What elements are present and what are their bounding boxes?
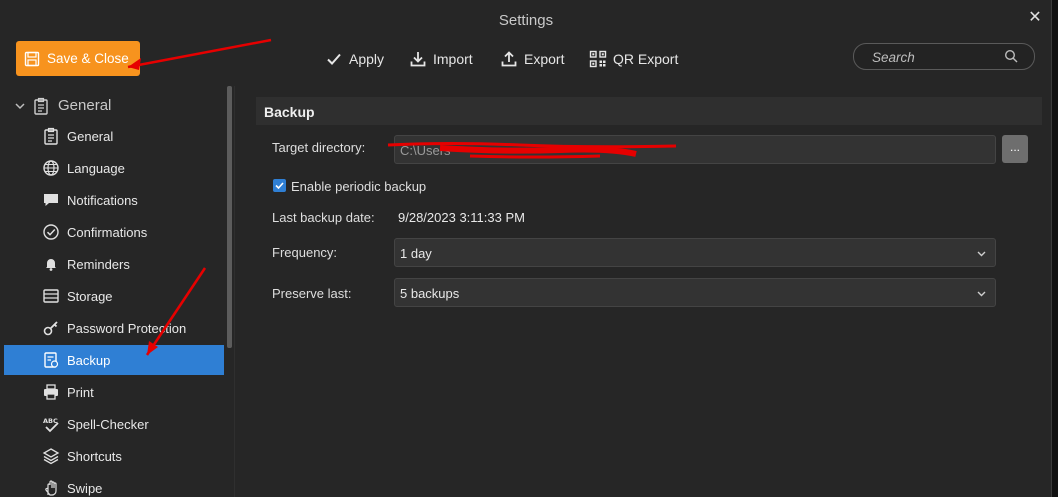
checkmark-icon bbox=[275, 182, 284, 190]
save-icon bbox=[24, 51, 40, 66]
backup-icon bbox=[44, 352, 59, 368]
sidebar-item-spell-checker[interactable]: ABC Spell-Checker bbox=[4, 409, 224, 439]
chevron-down-icon bbox=[977, 291, 986, 297]
target-directory-field[interactable]: C:\Users bbox=[394, 135, 996, 164]
hand-icon bbox=[45, 480, 57, 496]
sidebar-item-label: Backup bbox=[67, 353, 111, 368]
close-icon[interactable]: ✕ bbox=[1026, 8, 1044, 28]
chevron-down-icon[interactable] bbox=[14, 100, 26, 112]
frequency-value: 1 day bbox=[400, 246, 432, 261]
sidebar-item-confirmations[interactable]: Confirmations bbox=[4, 217, 224, 247]
spellcheck-icon: ABC bbox=[43, 417, 59, 433]
last-backup-date-value: 9/28/2023 3:11:33 PM bbox=[398, 210, 525, 225]
sidebar-item-label: Reminders bbox=[67, 257, 130, 272]
title-bar: Settings ✕ bbox=[0, 0, 1052, 40]
svg-text:ABC: ABC bbox=[43, 417, 58, 425]
sidebar-item-print[interactable]: Print bbox=[4, 377, 224, 407]
save-close-label: Save & Close bbox=[47, 51, 129, 66]
window-title: Settings bbox=[498, 12, 554, 29]
import-label: Import bbox=[433, 51, 473, 67]
printer-icon bbox=[44, 384, 58, 400]
frequency-select[interactable]: 1 day bbox=[394, 238, 996, 267]
settings-window: Settings ✕ Save & Close Apply Import Exp… bbox=[0, 0, 1052, 497]
settings-sidebar: General General Language Notifications C… bbox=[4, 86, 230, 497]
sidebar-item-storage[interactable]: Storage bbox=[4, 281, 224, 311]
qr-export-label: QR Export bbox=[613, 51, 679, 67]
chevron-down-icon bbox=[977, 251, 986, 257]
sidebar-item-backup[interactable]: Backup bbox=[4, 345, 224, 375]
search-box[interactable] bbox=[853, 43, 1035, 70]
preserve-last-select[interactable]: 5 backups bbox=[394, 278, 996, 307]
sidebar-item-swipe[interactable]: Swipe bbox=[4, 473, 224, 497]
browse-button[interactable]: ... bbox=[1002, 135, 1028, 163]
qr-code-icon bbox=[589, 50, 607, 68]
storage-icon bbox=[43, 289, 59, 303]
search-icon[interactable] bbox=[1004, 49, 1019, 64]
import-icon bbox=[410, 52, 426, 67]
last-backup-date-label: Last backup date: bbox=[272, 210, 375, 225]
sidebar-item-label: Print bbox=[67, 385, 94, 400]
sidebar-item-language[interactable]: Language bbox=[4, 153, 224, 183]
sidebar-item-label: Language bbox=[67, 161, 125, 176]
sidebar-item-general[interactable]: General bbox=[4, 121, 224, 151]
sidebar-item-notifications[interactable]: Notifications bbox=[4, 185, 224, 215]
sidebar-group-label: General bbox=[58, 97, 112, 114]
target-directory-value: C:\Users bbox=[400, 143, 451, 158]
sidebar-item-label: Swipe bbox=[67, 481, 103, 496]
sidebar-item-label: Spell-Checker bbox=[67, 417, 149, 432]
enable-backup-label[interactable]: Enable periodic backup bbox=[291, 179, 426, 194]
preserve-last-value: 5 backups bbox=[400, 286, 460, 301]
background-window-edge bbox=[1052, 0, 1058, 497]
frequency-label: Frequency: bbox=[272, 245, 338, 260]
sidebar-item-label: Storage bbox=[67, 289, 113, 304]
target-directory-label: Target directory: bbox=[272, 140, 366, 155]
globe-icon bbox=[43, 160, 59, 176]
backup-panel: Backup Target directory: C:\Users ... En… bbox=[256, 97, 1042, 497]
enable-backup-checkbox[interactable] bbox=[273, 179, 286, 192]
sidebar-item-label: Confirmations bbox=[67, 225, 148, 240]
sidebar-item-label: Password Protection bbox=[67, 321, 187, 336]
sidebar-item-reminders[interactable]: Reminders bbox=[4, 249, 224, 279]
sidebar-group-general[interactable]: General bbox=[4, 94, 230, 118]
panel-divider bbox=[234, 86, 235, 497]
key-icon bbox=[43, 321, 58, 336]
sidebar-item-label: General bbox=[67, 129, 114, 144]
preserve-last-label: Preserve last: bbox=[272, 286, 352, 301]
bell-icon bbox=[46, 259, 56, 271]
apply-label: Apply bbox=[349, 51, 385, 67]
export-button[interactable]: Export bbox=[500, 48, 564, 70]
sidebar-scrollbar[interactable] bbox=[227, 86, 232, 348]
sidebar-item-label: Shortcuts bbox=[67, 449, 122, 464]
clipboard-icon bbox=[44, 127, 58, 145]
export-label: Export bbox=[524, 51, 565, 67]
chat-bubble-icon bbox=[44, 194, 58, 206]
sidebar-item-shortcuts[interactable]: Shortcuts bbox=[4, 441, 224, 471]
export-icon bbox=[501, 51, 517, 67]
qr-export-button[interactable]: QR Export bbox=[589, 48, 678, 70]
import-button[interactable]: Import bbox=[409, 48, 473, 70]
search-input[interactable] bbox=[872, 48, 1002, 66]
clipboard-icon bbox=[34, 97, 48, 115]
section-title: Backup bbox=[264, 104, 315, 120]
sidebar-item-label: Notifications bbox=[67, 193, 138, 208]
save-close-button[interactable]: Save & Close bbox=[16, 41, 140, 76]
apply-button[interactable]: Apply bbox=[325, 48, 384, 70]
layers-icon bbox=[42, 448, 60, 465]
sidebar-item-password-protection[interactable]: Password Protection bbox=[4, 313, 224, 343]
checkmark-icon bbox=[327, 53, 341, 65]
check-circle-icon bbox=[43, 224, 59, 240]
section-header: Backup bbox=[256, 97, 1042, 125]
